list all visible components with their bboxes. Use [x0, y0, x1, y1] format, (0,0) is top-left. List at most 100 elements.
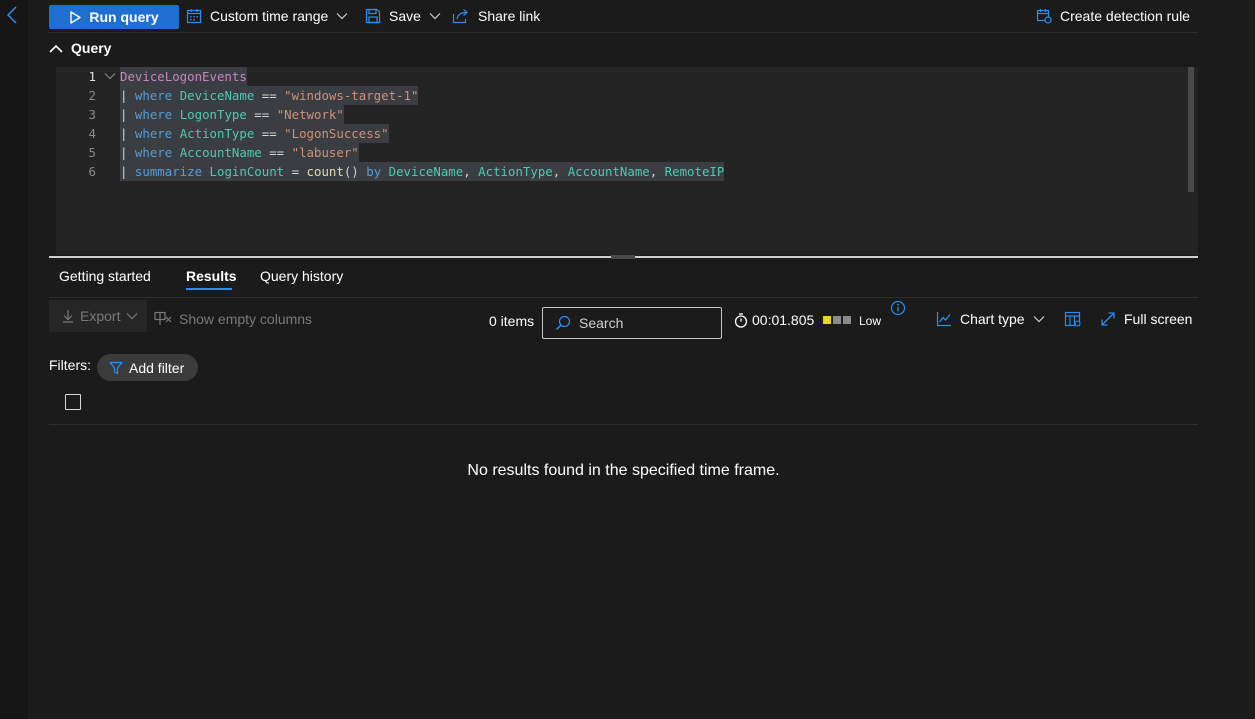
search-input[interactable]: Search: [542, 307, 722, 339]
code-token: ==: [261, 145, 292, 160]
code-token: ActionType: [179, 126, 255, 141]
elapsed-time-value: 00:01.805: [752, 312, 815, 328]
full-screen-button[interactable]: Full screen: [1100, 311, 1192, 327]
filters-label: Filters:: [49, 357, 91, 373]
code-token: AccountName: [179, 145, 262, 160]
search-icon: [555, 315, 571, 331]
code-token: LogonType: [179, 107, 247, 122]
chart-type-dropdown[interactable]: Chart type: [936, 311, 1045, 327]
code-token: ,: [649, 164, 665, 179]
save-icon: [365, 8, 381, 24]
code-token: |: [120, 145, 135, 160]
tab-query-history[interactable]: Query history: [260, 268, 343, 284]
select-all-checkbox[interactable]: [65, 394, 81, 410]
code-token: "labuser": [291, 145, 359, 160]
chevron-down-icon: [127, 313, 138, 320]
chevron-down-icon: [429, 13, 441, 20]
share-link-label: Share link: [478, 8, 541, 24]
create-detection-rule-button[interactable]: Create detection rule: [1036, 8, 1190, 24]
code-line: 6 | summarize LoginCount = count() by Dev…: [56, 162, 1198, 181]
calendar-gear-icon: [1036, 9, 1052, 24]
editor-scrollbar[interactable]: [1188, 67, 1194, 192]
line-number: 4: [88, 126, 96, 141]
code-token: "windows-target-1": [284, 88, 419, 103]
calendar-icon: [186, 9, 202, 24]
create-detection-rule-label: Create detection rule: [1060, 8, 1190, 24]
add-filter-button[interactable]: Add filter: [97, 354, 198, 381]
time-range-label: Custom time range: [210, 8, 329, 24]
download-icon: [63, 310, 73, 323]
code-token: count: [306, 164, 344, 179]
code-text: | where AccountName == "labuser": [120, 143, 359, 162]
code-text: | where ActionType == "LogonSuccess": [120, 124, 389, 143]
code-token: DeviceName: [388, 164, 464, 179]
stopwatch-icon: [734, 312, 748, 328]
export-button[interactable]: Export: [49, 300, 147, 332]
line-number: 6: [88, 164, 96, 179]
tab-results[interactable]: Results: [186, 268, 237, 284]
line-number: 1: [88, 69, 96, 84]
empty-state-message: No results found in the specified time f…: [467, 462, 780, 479]
code-token: where: [134, 145, 173, 160]
query-editor[interactable]: 1 DeviceLogonEvents 2 | where DeviceName ==…: [56, 67, 1198, 255]
fold-chevron-icon[interactable]: [104, 72, 116, 80]
chevron-down-icon: [336, 13, 348, 20]
code-text: DeviceLogonEvents: [120, 67, 247, 86]
full-screen-label: Full screen: [1124, 311, 1193, 327]
add-filter-label: Add filter: [129, 359, 185, 376]
share-link-button[interactable]: Share link: [452, 8, 540, 24]
column-hide-icon: [154, 311, 172, 325]
save-dropdown[interactable]: Save: [365, 8, 441, 24]
code-token: |: [120, 164, 135, 179]
query-section-title: Query: [71, 40, 112, 56]
code-token: "Network": [276, 107, 344, 122]
resource-usage-meter: [823, 316, 851, 324]
line-number: 3: [88, 107, 96, 122]
code-line: 2 | where DeviceName == "windows-target-1…: [56, 86, 1198, 105]
run-query-label: Run query: [89, 9, 159, 25]
tab-getting-started[interactable]: Getting started: [59, 268, 151, 284]
line-chart-icon: [936, 312, 951, 327]
column-settings-icon[interactable]: [1064, 311, 1082, 328]
active-tab-indicator: [186, 288, 232, 290]
save-label: Save: [389, 8, 421, 24]
info-icon[interactable]: [890, 300, 906, 316]
code-token: ==: [254, 88, 285, 103]
show-empty-columns-label: Show empty columns: [179, 311, 313, 327]
code-token: ,: [552, 164, 568, 179]
code-line: 4 | where ActionType == "LogonSuccess": [56, 124, 1198, 143]
code-token: ==: [254, 126, 285, 141]
chevron-left-icon[interactable]: [5, 5, 21, 25]
left-rail: [0, 0, 28, 719]
show-empty-columns-toggle[interactable]: Show empty columns: [153, 311, 312, 327]
code-text: | where LogonType == "Network": [120, 105, 344, 124]
code-line: 3 | where LogonType == "Network": [56, 105, 1198, 124]
time-range-dropdown[interactable]: Custom time range: [186, 8, 348, 24]
code-token: |: [120, 107, 135, 122]
results-tabs: Getting started Results Query history: [49, 258, 1198, 298]
code-token: by: [366, 164, 382, 179]
resource-usage-label: Low: [859, 314, 882, 328]
filter-icon: [109, 361, 123, 374]
code-token: LoginCount: [209, 164, 285, 179]
chevron-down-icon: [1033, 316, 1045, 323]
search-placeholder: Search: [579, 315, 624, 331]
export-label: Export: [80, 308, 121, 324]
items-count: 0 items: [489, 313, 535, 329]
query-section-toggle[interactable]: Query: [49, 40, 111, 56]
elapsed-time: 00:01.805: [734, 312, 814, 328]
run-query-button[interactable]: Run query: [49, 5, 179, 29]
line-number: 5: [88, 145, 96, 160]
code-token: ==: [246, 107, 277, 122]
code-token: ActionType: [478, 164, 553, 179]
code-token: =: [284, 164, 307, 179]
code-line: 5 | where AccountName == "labuser": [56, 143, 1198, 162]
code-token: where: [134, 126, 173, 141]
share-icon: [452, 9, 468, 24]
code-token: DeviceLogonEvents: [120, 69, 247, 84]
